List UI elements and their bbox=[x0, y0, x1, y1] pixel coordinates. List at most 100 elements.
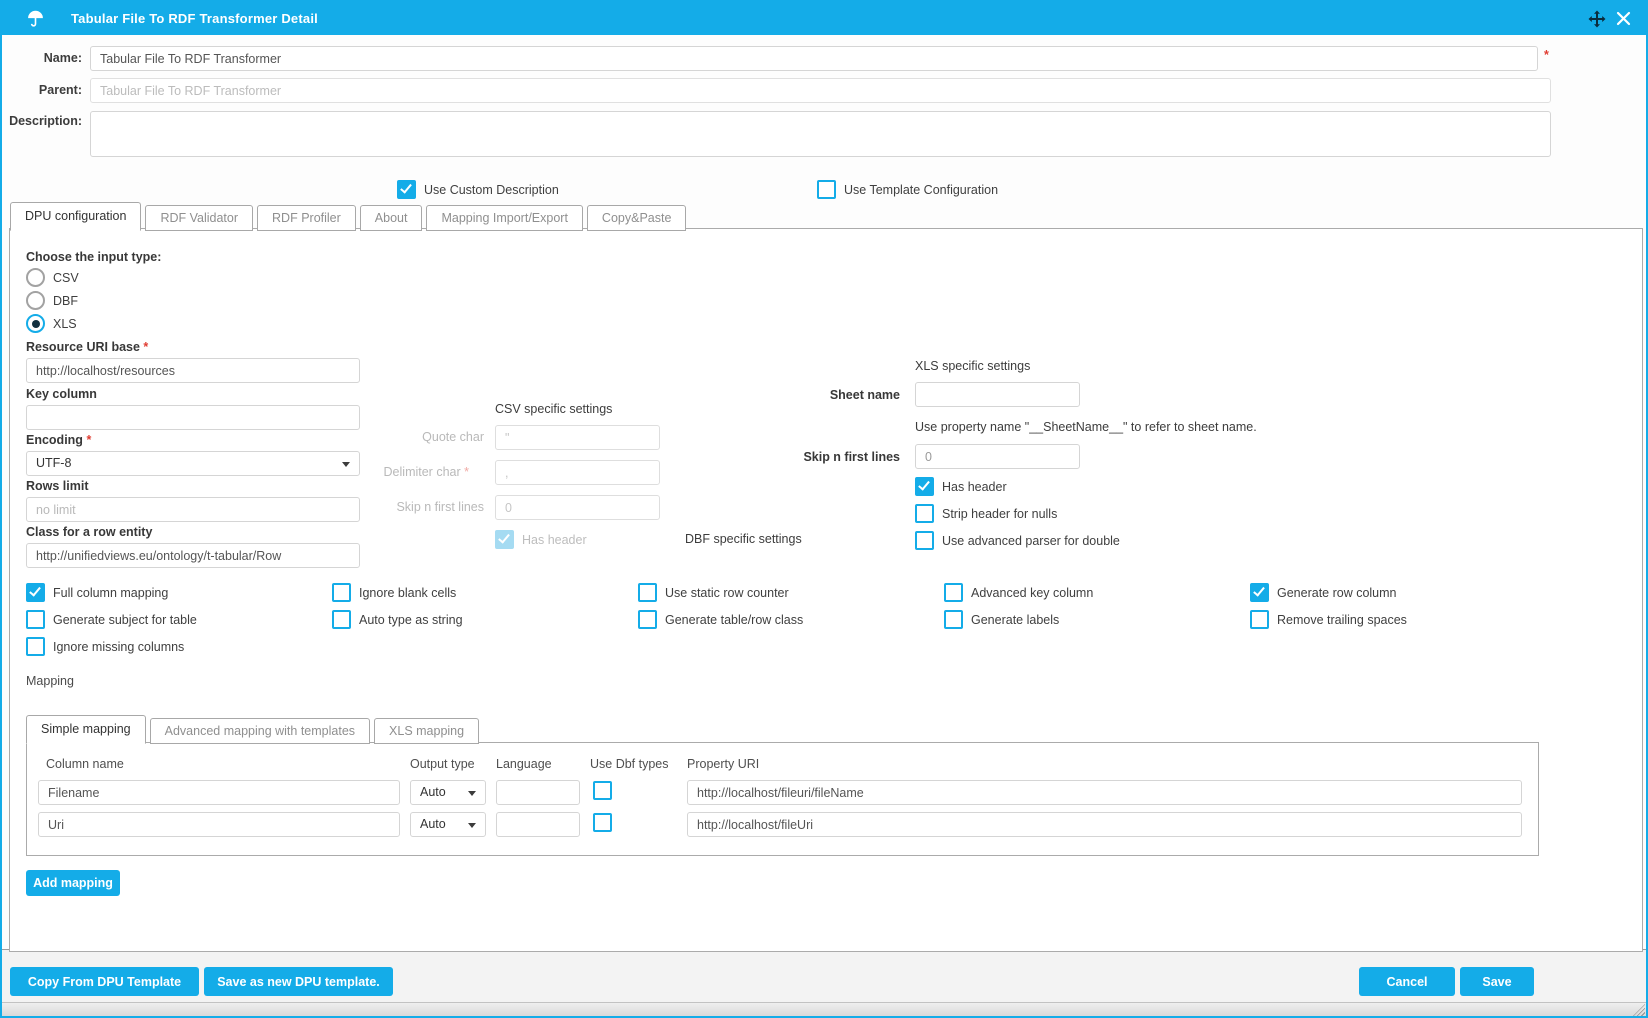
resize-grip-icon[interactable] bbox=[1633, 1004, 1645, 1016]
sheet-name-input[interactable] bbox=[915, 382, 1080, 407]
option-generate-table-row-class[interactable]: Generate table/row class bbox=[638, 610, 803, 629]
tab-label: Mapping Import/Export bbox=[441, 211, 567, 225]
radio-icon[interactable] bbox=[26, 291, 45, 310]
use-dbf-types-checkbox[interactable] bbox=[593, 813, 612, 832]
option-remove-trailing-spaces[interactable]: Remove trailing spaces bbox=[1250, 610, 1407, 629]
option-ignore-missing-columns[interactable]: Ignore missing columns bbox=[26, 637, 184, 656]
key-column-input[interactable] bbox=[26, 405, 360, 430]
checkbox-label: Ignore missing columns bbox=[53, 640, 184, 654]
tab-label: RDF Profiler bbox=[272, 211, 341, 225]
language-input[interactable] bbox=[496, 780, 580, 805]
checkbox-icon[interactable] bbox=[638, 610, 657, 629]
tab-rdf-profiler[interactable]: RDF Profiler bbox=[257, 205, 356, 231]
tab-simple-mapping[interactable]: Simple mapping bbox=[26, 715, 146, 744]
dialog-window: Tabular File To RDF Transformer Detail N… bbox=[0, 0, 1648, 1018]
strip-header-checkbox[interactable]: Strip header for nulls bbox=[915, 504, 1057, 523]
option-generate-subject-for-table[interactable]: Generate subject for table bbox=[26, 610, 197, 629]
checkbox-label: Has header bbox=[522, 533, 587, 547]
checkbox-icon[interactable] bbox=[593, 813, 612, 832]
radio-icon[interactable] bbox=[26, 314, 45, 333]
column-header-output-type: Output type bbox=[410, 757, 475, 771]
radio-dbf[interactable]: DBF bbox=[26, 291, 78, 310]
move-icon[interactable] bbox=[1584, 6, 1610, 32]
option-auto-type-as-string[interactable]: Auto type as string bbox=[332, 610, 463, 629]
encoding-select[interactable]: UTF-8 bbox=[26, 451, 360, 476]
rows-limit-input[interactable] bbox=[26, 497, 360, 522]
tab-dpu-configuration[interactable]: DPU configuration bbox=[10, 202, 141, 231]
checkbox-icon[interactable] bbox=[26, 583, 45, 602]
radio-csv[interactable]: CSV bbox=[26, 268, 79, 287]
checkbox-icon[interactable] bbox=[915, 531, 934, 550]
checkbox-label: Use Template Configuration bbox=[844, 183, 998, 197]
output-type-select[interactable]: Auto bbox=[410, 812, 486, 837]
resource-uri-input[interactable] bbox=[26, 358, 360, 383]
use-template-configuration-checkbox[interactable]: Use Template Configuration bbox=[817, 180, 998, 199]
column-name-input[interactable] bbox=[38, 780, 400, 805]
use-custom-description-checkbox[interactable]: Use Custom Description bbox=[397, 180, 559, 199]
tab-label: Simple mapping bbox=[41, 722, 131, 736]
checkbox-icon[interactable] bbox=[593, 781, 612, 800]
save-button[interactable]: Save bbox=[1460, 967, 1534, 996]
tab-xls-mapping[interactable]: XLS mapping bbox=[374, 718, 479, 744]
tab-about[interactable]: About bbox=[360, 205, 423, 231]
property-uri-input[interactable] bbox=[687, 780, 1522, 805]
cancel-button[interactable]: Cancel bbox=[1359, 967, 1455, 996]
checkbox-icon[interactable] bbox=[817, 180, 836, 199]
radio-xls[interactable]: XLS bbox=[26, 314, 77, 333]
row-class-input[interactable] bbox=[26, 543, 360, 568]
radio-label: DBF bbox=[53, 294, 78, 308]
option-advanced-key-column[interactable]: Advanced key column bbox=[944, 583, 1093, 602]
property-uri-input[interactable] bbox=[687, 812, 1522, 837]
checkbox-icon[interactable] bbox=[1250, 583, 1269, 602]
option-use-static-row-counter[interactable]: Use static row counter bbox=[638, 583, 789, 602]
field-label-text: Encoding bbox=[26, 433, 83, 447]
use-dbf-types-checkbox[interactable] bbox=[593, 781, 612, 800]
checkbox-icon[interactable] bbox=[915, 504, 934, 523]
checkbox-icon[interactable] bbox=[26, 610, 45, 629]
tab-advanced-mapping[interactable]: Advanced mapping with templates bbox=[150, 718, 370, 744]
checkbox-icon[interactable] bbox=[332, 610, 351, 629]
checkbox-icon[interactable] bbox=[638, 583, 657, 602]
resource-uri-label: Resource URI base * bbox=[26, 340, 148, 354]
checkbox-label: Auto type as string bbox=[359, 613, 463, 627]
checkbox-icon[interactable] bbox=[332, 583, 351, 602]
tab-mapping-import-export[interactable]: Mapping Import/Export bbox=[426, 205, 582, 231]
checkbox-icon[interactable] bbox=[944, 610, 963, 629]
language-input[interactable] bbox=[496, 812, 580, 837]
description-label: Description: bbox=[2, 114, 82, 128]
checkbox-label: Strip header for nulls bbox=[942, 507, 1057, 521]
checkbox-icon[interactable] bbox=[944, 583, 963, 602]
option-generate-labels[interactable]: Generate labels bbox=[944, 610, 1059, 629]
required-asterisk: * bbox=[464, 465, 469, 479]
csv-skip-lines-label: Skip n first lines bbox=[372, 500, 484, 514]
close-icon[interactable] bbox=[1610, 6, 1636, 32]
description-textarea[interactable] bbox=[90, 111, 1551, 157]
checkbox-label: Generate table/row class bbox=[665, 613, 803, 627]
option-ignore-blank-cells[interactable]: Ignore blank cells bbox=[332, 583, 456, 602]
checkbox-icon[interactable] bbox=[915, 477, 934, 496]
titlebar[interactable]: Tabular File To RDF Transformer Detail bbox=[2, 2, 1646, 35]
checkbox-icon[interactable] bbox=[1250, 610, 1269, 629]
column-name-input[interactable] bbox=[38, 812, 400, 837]
name-input[interactable] bbox=[90, 46, 1538, 71]
tab-label: XLS mapping bbox=[389, 724, 464, 738]
output-type-select[interactable]: Auto bbox=[410, 780, 486, 805]
tab-copy-paste[interactable]: Copy&Paste bbox=[587, 205, 686, 231]
copy-from-dpu-template-button[interactable]: Copy From DPU Template bbox=[10, 967, 199, 996]
mapping-section-label: Mapping bbox=[26, 674, 74, 688]
add-mapping-button[interactable]: Add mapping bbox=[26, 870, 120, 896]
tab-rdf-validator[interactable]: RDF Validator bbox=[145, 205, 253, 231]
checkbox-label: Advanced key column bbox=[971, 586, 1093, 600]
checkbox-icon[interactable] bbox=[397, 180, 416, 199]
xls-has-header-checkbox[interactable]: Has header bbox=[915, 477, 1007, 496]
key-column-label: Key column bbox=[26, 387, 97, 401]
advanced-parser-checkbox[interactable]: Use advanced parser for double bbox=[915, 531, 1120, 550]
radio-icon[interactable] bbox=[26, 268, 45, 287]
tab-label: DPU configuration bbox=[25, 209, 126, 223]
checkbox-icon[interactable] bbox=[26, 637, 45, 656]
option-generate-row-column[interactable]: Generate row column bbox=[1250, 583, 1397, 602]
option-full-column-mapping[interactable]: Full column mapping bbox=[26, 583, 168, 602]
field-label-text: Resource URI base bbox=[26, 340, 140, 354]
save-as-new-dpu-template-button[interactable]: Save as new DPU template. bbox=[204, 967, 393, 996]
xls-skip-lines-input[interactable] bbox=[915, 444, 1080, 469]
